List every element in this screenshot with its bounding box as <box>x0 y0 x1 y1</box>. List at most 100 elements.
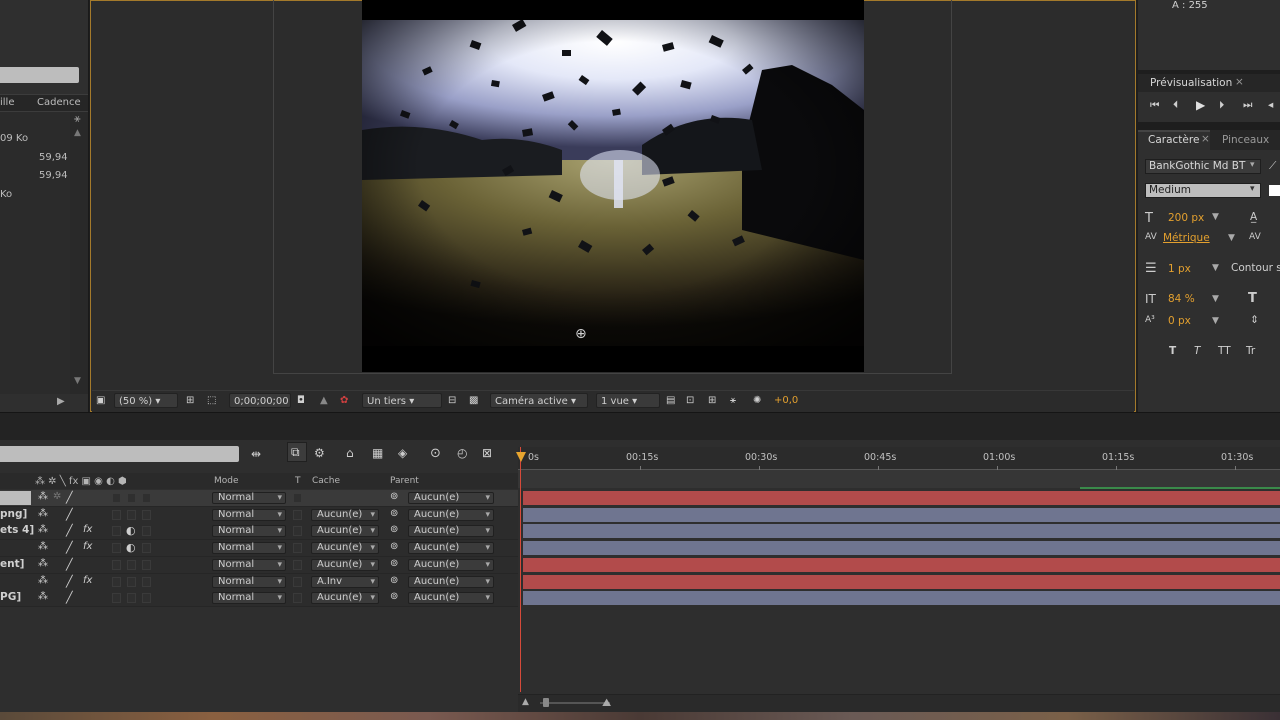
mode-dropdown[interactable]: Normal <box>212 542 286 555</box>
chevron-down-icon[interactable]: ▼ <box>1212 212 1219 222</box>
layer-row[interactable]: png] ⁂ ╱ Normal Aucun(e) ⊚ Aucun(e) <box>0 506 518 524</box>
shy-icon[interactable]: ⁂ <box>38 508 48 519</box>
shy-icon[interactable]: ⁂ <box>38 591 48 602</box>
scroll-down-icon[interactable]: ▼ <box>74 376 81 386</box>
audio-icon[interactable]: ◂ <box>1268 99 1273 111</box>
mode-dropdown[interactable]: Normal <box>212 492 286 504</box>
mode-dropdown[interactable]: Normal <box>212 592 286 605</box>
zoom-slider-track[interactable] <box>540 702 610 704</box>
camera-dropdown[interactable]: Caméra active ▾ <box>490 393 588 408</box>
column-cadence-header[interactable]: Cadence <box>37 97 81 108</box>
work-area-bar[interactable] <box>518 470 1280 488</box>
exposure-icon[interactable]: ✺ <box>753 393 761 408</box>
preserve-transparency-checkbox[interactable] <box>293 576 302 587</box>
all-caps-button[interactable]: TT <box>1218 345 1231 357</box>
adjustment-switch[interactable] <box>142 576 151 587</box>
chevron-down-icon[interactable]: ▼ <box>1212 263 1219 273</box>
frame-blending-icon[interactable]: ⌂ <box>346 446 354 460</box>
fast-preview-icon[interactable]: ⊡ <box>686 393 694 408</box>
pickwhip-icon[interactable]: ⊚ <box>390 524 398 535</box>
comp-mini-flowchart-icon[interactable]: ⇹ <box>251 447 261 461</box>
adjustment-switch[interactable] <box>142 543 151 554</box>
small-caps-button[interactable]: Tr <box>1246 345 1255 357</box>
fill-color-swatch[interactable] <box>1269 185 1280 196</box>
next-frame-icon[interactable]: ⏵ <box>1219 99 1224 112</box>
mode-dropdown[interactable]: Normal <box>212 508 286 521</box>
layer-duration-bar[interactable] <box>523 574 1280 589</box>
fx-icon[interactable]: fx <box>83 575 92 586</box>
layer-row[interactable]: ⁂ ✲ ╱ Normal ⊚ Aucun(e) <box>0 490 518 507</box>
parent-dropdown[interactable]: Aucun(e) <box>408 592 494 605</box>
cache-column-header[interactable]: Cache <box>312 476 340 486</box>
stroke-type-dropdown[interactable]: Contour s <box>1231 262 1280 274</box>
baseline-shift-value[interactable]: 0 px <box>1168 315 1191 327</box>
motion-blur-switch[interactable] <box>127 559 136 570</box>
frame-blend-switch[interactable] <box>112 559 121 570</box>
stroke-width-value[interactable]: 1 px <box>1168 263 1191 275</box>
adjustment-switch[interactable] <box>142 493 151 503</box>
layer-name[interactable]: png] <box>0 508 27 520</box>
motion-blur-icon[interactable]: ▦ <box>372 446 383 460</box>
close-icon[interactable]: × <box>1201 133 1210 145</box>
layer-row[interactable]: ets 4] ⁂ ╱ fx ◐ Normal Aucun(e) ⊚ Aucun(e) <box>0 523 518 541</box>
play-icon[interactable]: ▶ <box>1196 98 1205 112</box>
pickwhip-icon[interactable]: ⊚ <box>390 508 398 519</box>
close-icon[interactable]: × <box>1235 76 1244 88</box>
quality-icon[interactable]: ╱ <box>66 541 73 554</box>
region-of-interest-icon[interactable]: ⬚ <box>207 393 216 408</box>
last-frame-icon[interactable]: ⏭ <box>1243 99 1252 112</box>
layer-name-field[interactable] <box>0 491 31 505</box>
layer-duration-bar[interactable] <box>523 524 1280 539</box>
project-search-input[interactable] <box>0 67 79 83</box>
motion-blur-switch[interactable] <box>127 593 136 604</box>
motion-blur-switch[interactable] <box>127 509 136 520</box>
flowchart-icon[interactable]: ⚹ <box>730 393 736 408</box>
font-style-dropdown[interactable]: Medium ▾ <box>1145 183 1261 198</box>
motion-blur-switch[interactable] <box>127 576 136 587</box>
auto-keyframe-icon[interactable]: ⊙ <box>430 446 441 461</box>
chevron-down-icon[interactable]: ▼ <box>1228 233 1235 243</box>
layer-name[interactable]: ets 4] <box>0 524 34 536</box>
chevron-down-icon[interactable]: ▼ <box>1212 316 1219 326</box>
show-snapshot-icon[interactable]: ▲ <box>320 393 328 408</box>
layer-name[interactable]: PG] <box>0 591 21 603</box>
motion-blur-switch[interactable] <box>127 493 136 503</box>
brainstorm-icon[interactable]: ◈ <box>398 446 407 460</box>
zoom-out-icon[interactable]: ▲ <box>522 697 529 707</box>
parent-dropdown[interactable]: Aucun(e) <box>408 575 494 588</box>
motion-blur-icon[interactable]: ◐ <box>126 524 136 537</box>
motion-blur-icon[interactable]: ◐ <box>126 541 136 554</box>
track-matte-dropdown[interactable]: Aucun(e) <box>311 592 379 605</box>
views-dropdown[interactable]: 1 vue ▾ <box>596 393 660 408</box>
layer-row[interactable]: ⁂ ╱ fx Normal A.Inv ⊚ Aucun(e) <box>0 573 518 591</box>
pickwhip-icon[interactable]: ⊚ <box>390 541 398 552</box>
quality-icon[interactable]: ╱ <box>66 508 73 521</box>
preserve-transparency-checkbox[interactable] <box>293 493 302 503</box>
layer-duration-bar[interactable] <box>523 541 1280 556</box>
anchor-point-icon[interactable]: ⊕ <box>575 326 587 342</box>
region-icon[interactable]: ⊟ <box>448 393 456 408</box>
pickwhip-icon[interactable]: ⊚ <box>390 491 398 502</box>
eyedropper-icon[interactable]: ⟋ <box>1269 160 1276 173</box>
always-preview-icon[interactable]: ▣ <box>96 393 105 408</box>
frame-blend-switch[interactable] <box>112 543 121 554</box>
shy-icon[interactable]: ⁂ <box>38 558 48 569</box>
frame-blend-switch[interactable] <box>112 593 121 604</box>
brushes-tab[interactable]: Pinceaux <box>1222 134 1269 146</box>
parent-column-header[interactable]: Parent <box>390 476 419 486</box>
faux-bold-button[interactable]: T <box>1169 345 1176 357</box>
snapshot-icon[interactable]: ◘ <box>297 393 305 408</box>
track-matte-dropdown[interactable]: Aucun(e) <box>311 558 379 571</box>
layer-name[interactable]: ent] <box>0 558 24 570</box>
pickwhip-icon[interactable]: ⊚ <box>390 558 398 569</box>
font-size-value[interactable]: 200 px <box>1168 212 1204 224</box>
flowchart-icon[interactable]: ⚹ <box>74 112 81 126</box>
adjustment-switch[interactable] <box>142 526 151 537</box>
panel-divider[interactable] <box>0 412 1280 441</box>
frame-blend-switch[interactable] <box>112 493 121 503</box>
pickwhip-icon[interactable]: ⊚ <box>390 591 398 602</box>
track-matte-dropdown[interactable]: Aucun(e) <box>311 508 379 521</box>
layer-row[interactable]: PG] ⁂ ╱ Normal Aucun(e) ⊚ Aucun(e) <box>0 590 518 608</box>
graph-editor-icon[interactable]: ⊠ <box>482 446 492 460</box>
kerning-value[interactable]: Métrique <box>1163 232 1210 244</box>
